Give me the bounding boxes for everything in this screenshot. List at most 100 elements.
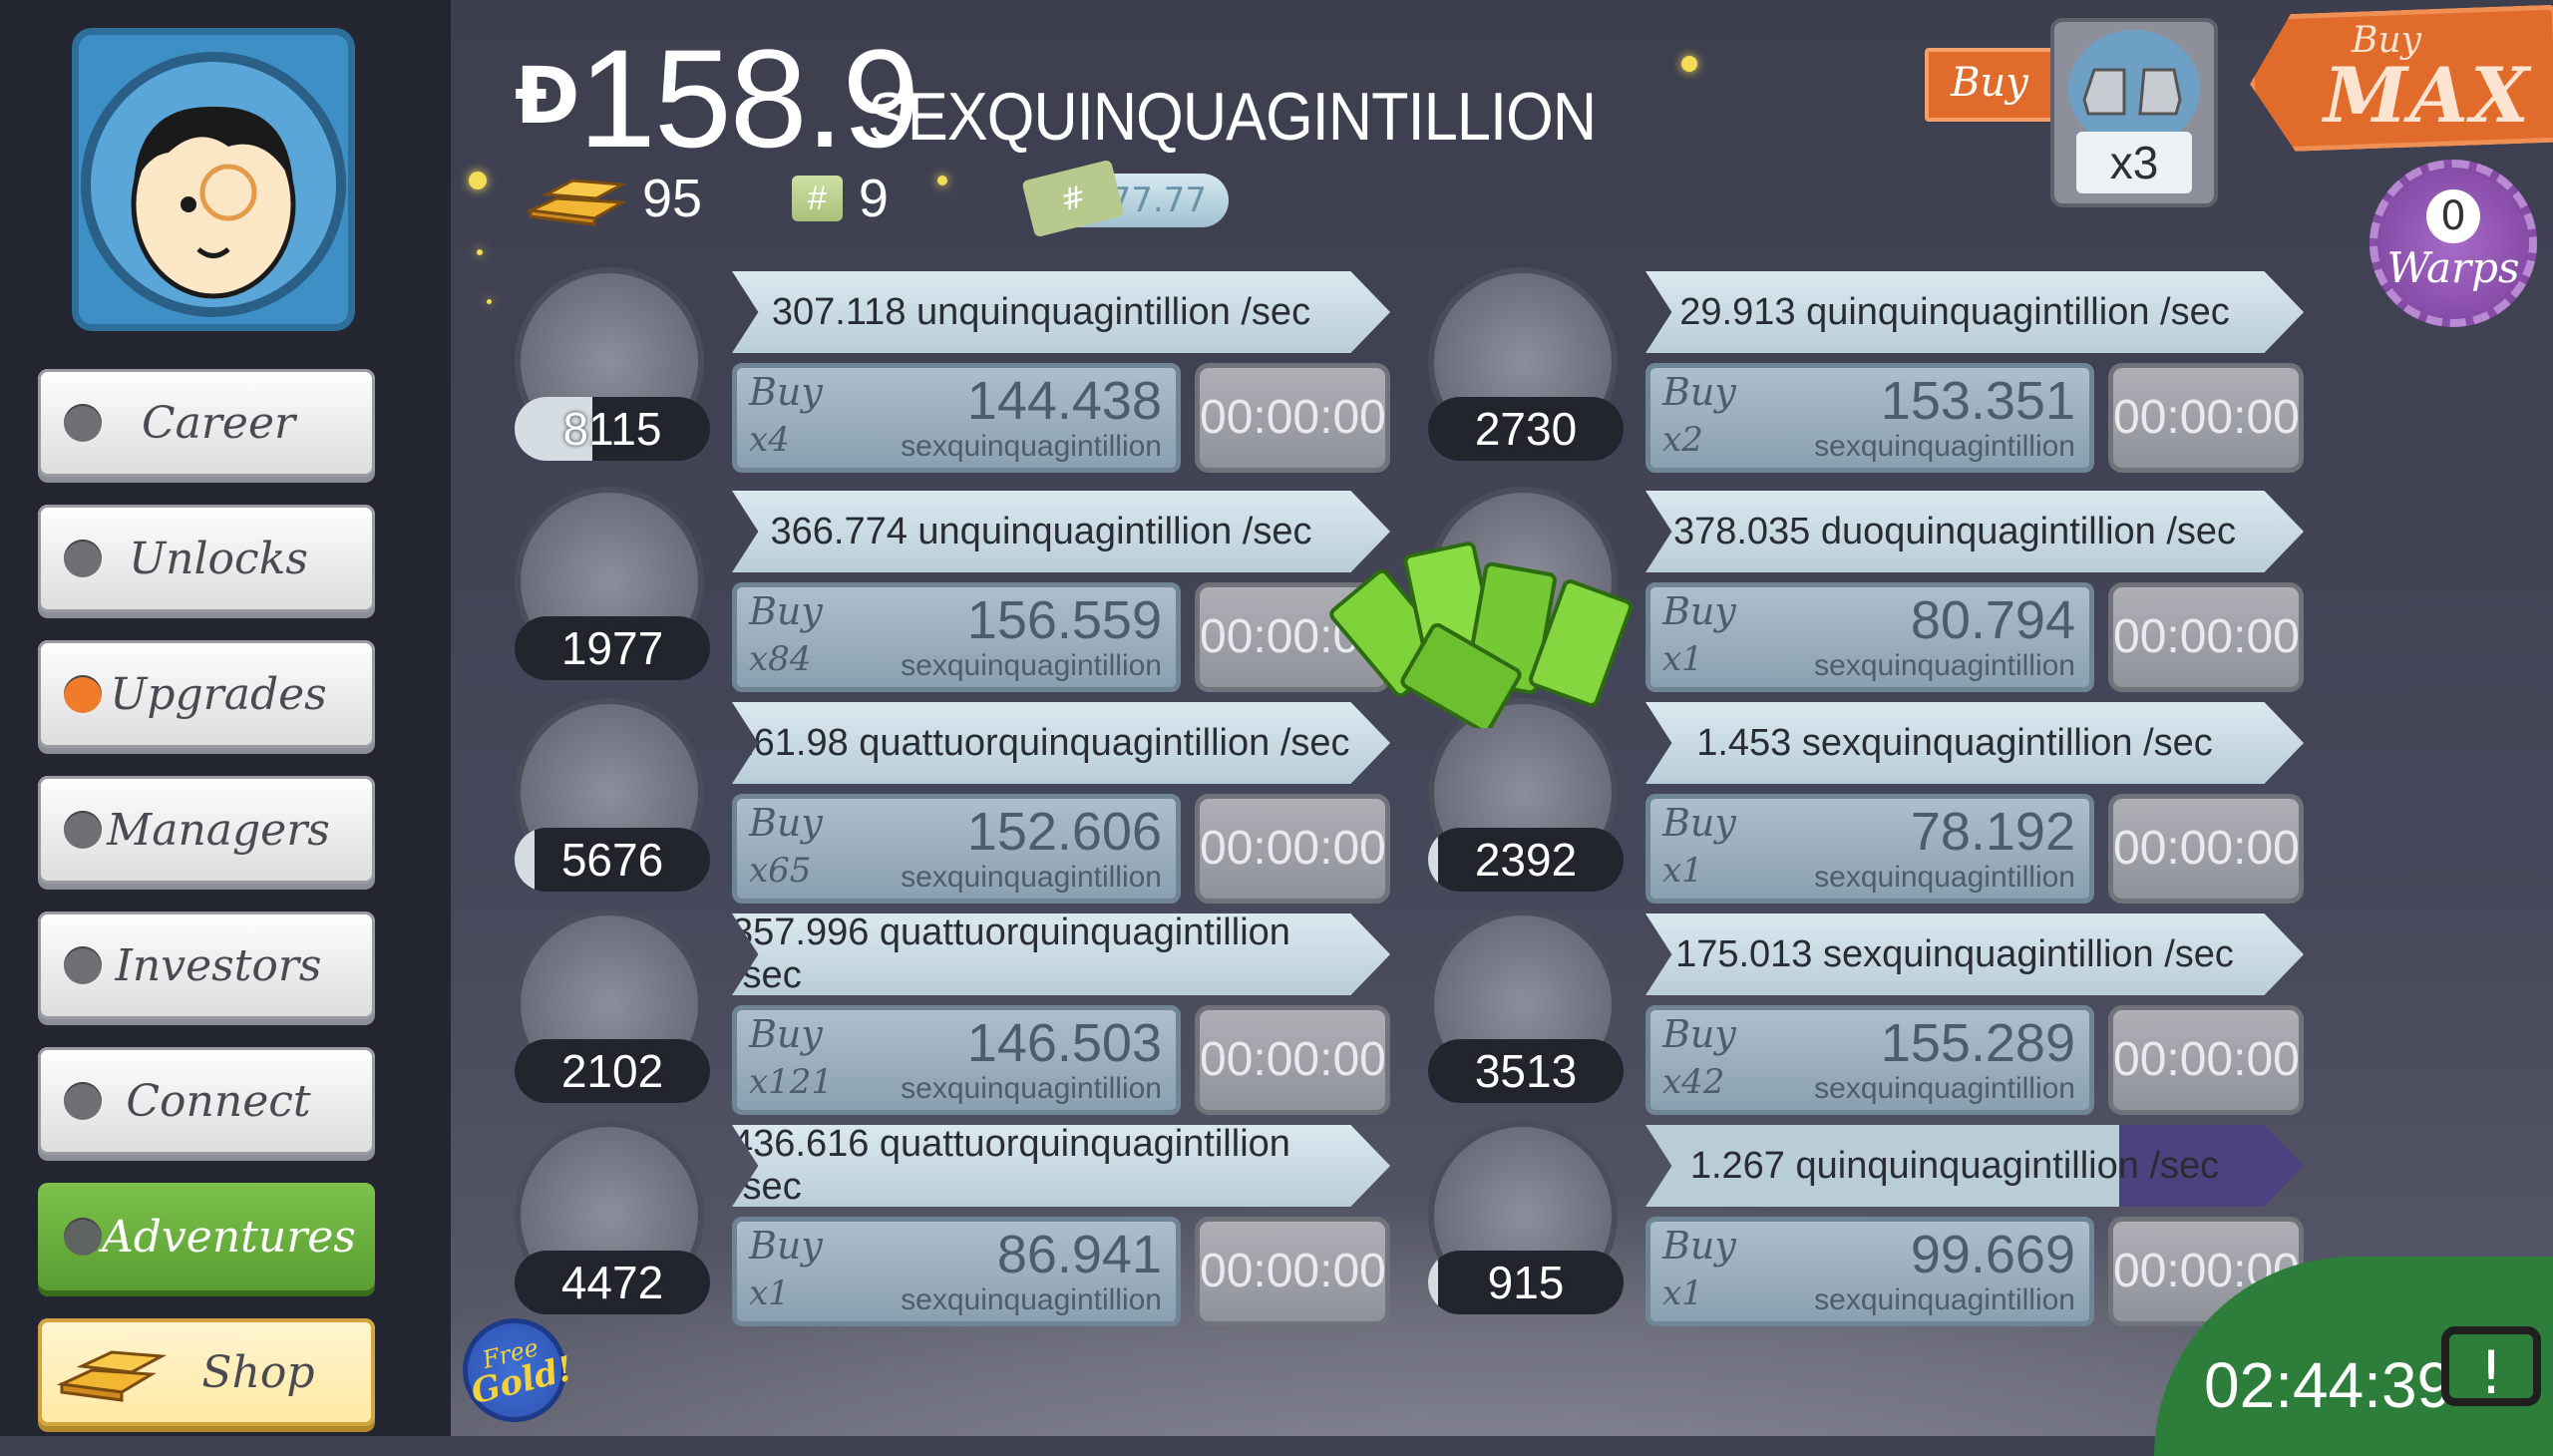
unlock-progress-fill bbox=[1428, 1251, 1438, 1314]
sidebar-item-shop[interactable]: Shop bbox=[38, 1318, 375, 1426]
buy-business-button[interactable]: Buy x65 152.606 sexquinquagintillion bbox=[732, 794, 1181, 904]
buy-quantity: x42 bbox=[1662, 1062, 1725, 1102]
warps-count: 0 bbox=[2426, 189, 2480, 243]
buy-label: Buy bbox=[749, 1224, 823, 1268]
buy-cost-unit: sexquinquagintillion bbox=[1814, 649, 2075, 682]
buy-business-button[interactable]: Buy x84 156.559 sexquinquagintillion bbox=[732, 582, 1181, 692]
player-avatar[interactable] bbox=[72, 28, 355, 331]
gold-count: 95 bbox=[642, 169, 703, 228]
owned-count-badge: 5676 bbox=[515, 828, 710, 892]
buy-label: Buy bbox=[749, 1012, 823, 1056]
gold-bars-icon bbox=[527, 179, 626, 226]
buy-business-button[interactable]: Buy x121 146.503 sexquinquagintillion bbox=[732, 1005, 1181, 1115]
profit-rate: 29.913 quinquinquagintillion /sec bbox=[1679, 290, 2230, 333]
buy-business-button[interactable]: Buy x1 86.941 sexquinquagintillion bbox=[732, 1217, 1181, 1326]
buy-cost: 99.669 bbox=[1910, 1225, 2075, 1284]
owned-count-badge: 3513 bbox=[1428, 1039, 1624, 1103]
business-row: 2102 357.996 quattuorquinquagintillion /… bbox=[515, 910, 1412, 1119]
business-row: 4472 436.616 quattuorquinquagintillion /… bbox=[515, 1121, 1412, 1330]
owned-count: 8115 bbox=[562, 403, 662, 455]
sidebar-item-career[interactable]: Career bbox=[38, 369, 375, 477]
profit-rate-banner[interactable]: 161.98 quattuorquinquagintillion /sec bbox=[732, 702, 1390, 784]
buy-mode-button[interactable]: Buy bbox=[1925, 48, 2054, 122]
profit-rate-banner[interactable]: 378.035 duoquinquagintillion /sec bbox=[1645, 491, 2304, 572]
sidebar-item-label: Shop bbox=[201, 1346, 315, 1398]
megaticket-counter[interactable]: # 9 bbox=[792, 168, 889, 229]
sidebar-item-label: Upgrades bbox=[110, 668, 327, 720]
sidebar-item-label: Unlocks bbox=[129, 533, 308, 584]
buy-cost-unit: sexquinquagintillion bbox=[901, 1283, 1162, 1316]
sidebar-item-connect[interactable]: Connect bbox=[38, 1047, 375, 1155]
profit-rate-banner[interactable]: 307.118 unquinquagintillion /sec bbox=[732, 271, 1390, 353]
buy-quantity: x2 bbox=[1662, 420, 1703, 460]
tv-icon[interactable]: ! bbox=[2441, 1326, 2541, 1408]
owned-count-badge: 8115 bbox=[515, 397, 710, 461]
profit-rate-banner[interactable]: 175.013 sexquinquagintillion /sec bbox=[1645, 913, 2304, 995]
production-timer: 00:00:00 bbox=[1195, 1005, 1390, 1115]
sidebar: Career Unlocks Upgrades Managers Investo… bbox=[0, 0, 451, 1436]
buy-label: Buy bbox=[1662, 370, 1736, 414]
buy-business-button[interactable]: Buy x4 144.438 sexquinquagintillion bbox=[732, 363, 1181, 473]
buy-quantity: x1 bbox=[1662, 1274, 1703, 1313]
sidebar-item-adventures[interactable]: Adventures bbox=[38, 1183, 375, 1290]
gold-counter[interactable]: 95 bbox=[527, 168, 702, 229]
buy-label: Buy bbox=[1662, 1012, 1736, 1056]
owned-count-badge: 915 bbox=[1428, 1251, 1624, 1314]
multiplier-label: x3 bbox=[2076, 132, 2192, 193]
profit-rate: 366.774 unquinquagintillion /sec bbox=[770, 510, 1312, 552]
sidebar-item-investors[interactable]: Investors bbox=[38, 911, 375, 1019]
warps-badge[interactable]: 0 Warps bbox=[2370, 160, 2537, 327]
unlock-progress-fill bbox=[1428, 828, 1438, 892]
buy-business-button[interactable]: Buy x1 80.794 sexquinquagintillion bbox=[1645, 582, 2094, 692]
buy-multiplier-toggle[interactable]: x3 bbox=[2050, 18, 2218, 207]
unlock-progress-fill bbox=[515, 828, 535, 892]
ad-timer: 02:44:39 bbox=[2204, 1349, 2453, 1421]
profit-rate: 161.98 quattuorquinquagintillion /sec bbox=[732, 721, 1350, 764]
sidebar-item-unlocks[interactable]: Unlocks bbox=[38, 505, 375, 612]
buy-business-button[interactable]: Buy x1 78.192 sexquinquagintillion bbox=[1645, 794, 2094, 904]
buy-cost-unit: sexquinquagintillion bbox=[1814, 430, 2075, 463]
owned-count: 5676 bbox=[560, 834, 664, 886]
buy-quantity: x1 bbox=[1662, 639, 1703, 679]
buy-cost: 152.606 bbox=[966, 802, 1162, 862]
sidebar-item-upgrades[interactable]: Upgrades bbox=[38, 640, 375, 748]
buy-max-label: Buy MAX bbox=[2324, 20, 2531, 134]
buy-business-button[interactable]: Buy x2 153.351 sexquinquagintillion bbox=[1645, 363, 2094, 473]
buy-max-big-text: MAX bbox=[2324, 51, 2532, 140]
profit-multiplier-pill[interactable]: # x777.77 bbox=[1021, 159, 1229, 238]
profit-rate-banner[interactable]: 436.616 quattuorquinquagintillion /sec bbox=[732, 1125, 1390, 1207]
buy-cost-unit: sexquinquagintillion bbox=[901, 861, 1162, 894]
profit-rate-banner[interactable]: 366.774 unquinquagintillion /sec bbox=[732, 491, 1390, 572]
sidebar-item-label: Career bbox=[141, 397, 296, 449]
sidebar-item-managers[interactable]: Managers bbox=[38, 776, 375, 884]
owned-count: 2102 bbox=[560, 1045, 664, 1097]
owned-count: 4472 bbox=[560, 1257, 664, 1308]
buy-cost: 144.438 bbox=[966, 371, 1162, 431]
buy-cost-unit: sexquinquagintillion bbox=[1814, 1072, 2075, 1105]
buy-quantity: x121 bbox=[749, 1062, 834, 1102]
cash-unit: SEXQUINQUAGINTILLION bbox=[868, 79, 1597, 155]
buy-business-button[interactable]: Buy x42 155.289 sexquinquagintillion bbox=[1645, 1005, 2094, 1115]
profit-rate: 1.267 quinquinquagintillion /sec bbox=[1689, 1144, 2220, 1187]
owned-count-badge: 1977 bbox=[515, 616, 710, 680]
production-timer: 00:00:00 bbox=[1195, 363, 1390, 473]
owned-count-badge: 2392 bbox=[1428, 828, 1624, 892]
production-timer: 00:00:00 bbox=[1195, 1217, 1390, 1326]
production-timer: 00:00:00 bbox=[1195, 794, 1390, 904]
business-row: 3513 175.013 sexquinquagintillion /sec B… bbox=[1428, 910, 2326, 1119]
profit-rate: 436.616 quattuorquinquagintillion /sec bbox=[732, 1123, 1290, 1208]
profit-rate-banner[interactable]: 29.913 quinquinquagintillion /sec bbox=[1645, 271, 2304, 353]
buy-business-button[interactable]: Buy x1 99.669 sexquinquagintillion bbox=[1645, 1217, 2094, 1326]
profit-rate-banner[interactable]: 357.996 quattuorquinquagintillion /sec bbox=[732, 913, 1390, 995]
buy-cost: 155.289 bbox=[1880, 1013, 2075, 1073]
buy-label: Buy bbox=[749, 801, 823, 845]
production-timer: 00:00:00 bbox=[2108, 1005, 2304, 1115]
megaticket-icon: # bbox=[792, 176, 843, 221]
warps-label: Warps bbox=[2386, 243, 2520, 292]
owned-count: 3513 bbox=[1474, 1045, 1578, 1097]
profit-rate-banner[interactable]: 1.453 sexquinquagintillion /sec bbox=[1645, 702, 2304, 784]
profit-rate: 307.118 unquinquagintillion /sec bbox=[771, 290, 1311, 333]
star-decoration bbox=[937, 176, 947, 185]
profit-rate-banner[interactable]: 1.267 quinquinquagintillion /sec bbox=[1645, 1125, 2304, 1207]
status-dot bbox=[64, 404, 102, 442]
